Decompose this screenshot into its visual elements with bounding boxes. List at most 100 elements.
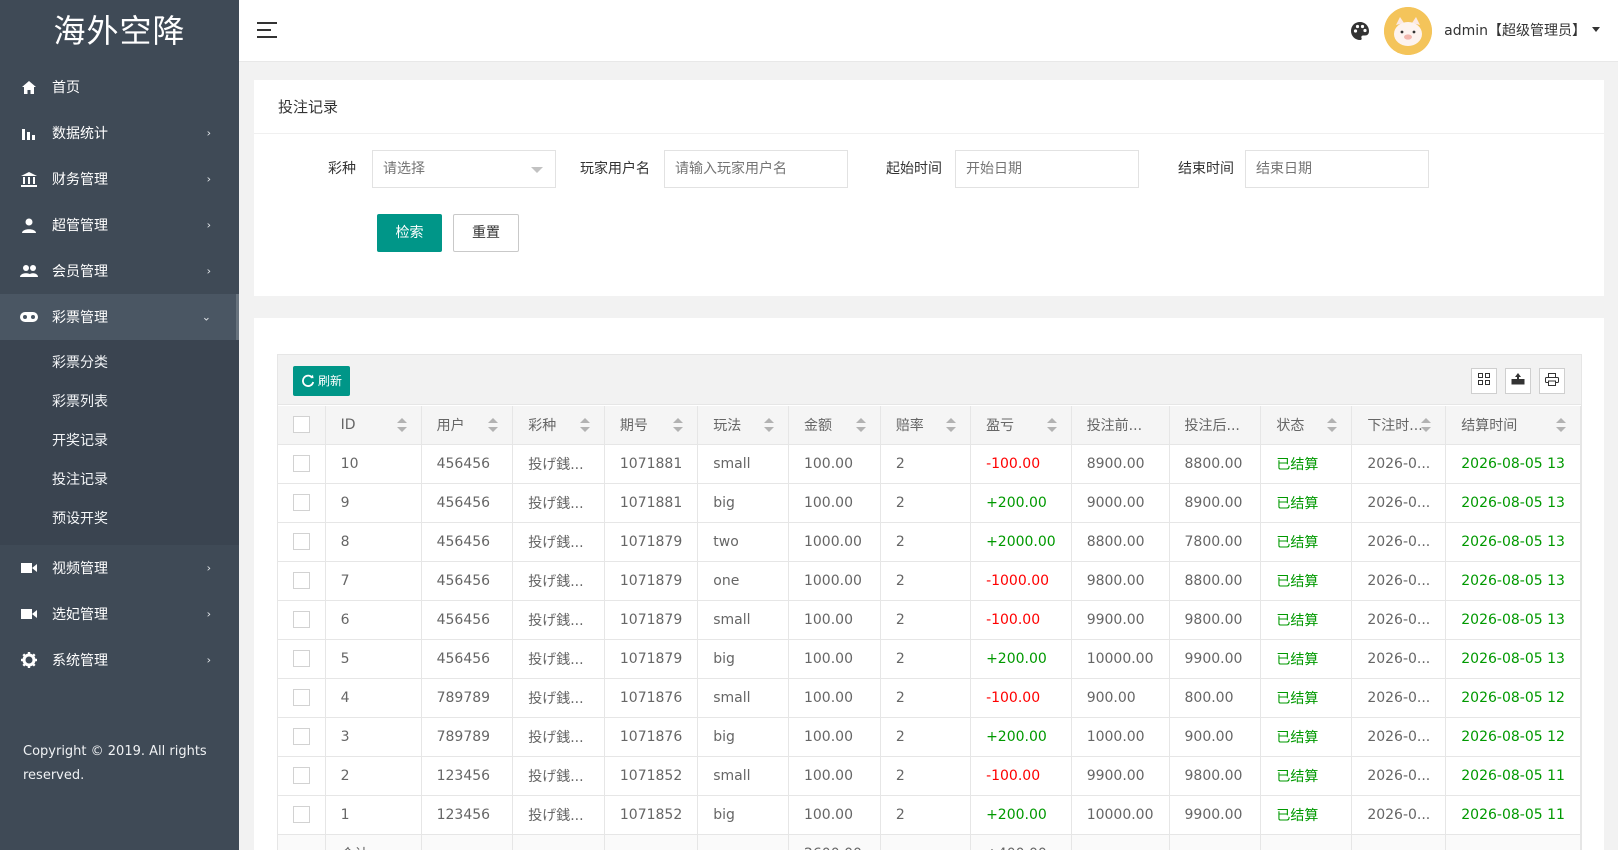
- total-empty-cell: [278, 834, 326, 850]
- submenu-item-draw-records[interactable]: 开奖记录: [0, 422, 239, 461]
- submenu-item-bet-records[interactable]: 投注记录: [0, 461, 239, 500]
- table-row[interactable]: 10 456456 投げ銭... 1071881 small 100.00 2 -100.00…: [278, 444, 1581, 484]
- cell-odds: 2: [880, 717, 972, 757]
- table-row[interactable]: 7 456456 投げ銭... 1071879 one 1000.00 2 -1000.00 9…: [278, 561, 1581, 601]
- columns-filter-button[interactable]: [1471, 368, 1497, 394]
- submenu-item-lottery-category[interactable]: 彩票分类: [0, 344, 239, 383]
- start-date-input[interactable]: 开始日期: [955, 150, 1139, 188]
- sort-icon[interactable]: [673, 417, 684, 432]
- sort-icon[interactable]: [488, 417, 499, 432]
- cell-odds: 2: [880, 795, 972, 835]
- column-header-settle-time[interactable]: 结算时间: [1445, 406, 1581, 445]
- cell-play: small: [697, 756, 789, 796]
- row-checkbox[interactable]: [293, 611, 310, 628]
- submenu-item-preset-draw[interactable]: 预设开奖: [0, 500, 239, 539]
- table-row[interactable]: 6 456456 投げ銭... 1071879 small 100.00 2 -100.00 9…: [278, 600, 1581, 640]
- username-input[interactable]: 请输入玩家用户名: [664, 150, 848, 188]
- sidebar-item-finance[interactable]: 财务管理 ›: [0, 156, 239, 202]
- total-empty-cell: [1445, 834, 1581, 850]
- sidebar-item-video[interactable]: 视频管理 ›: [0, 545, 239, 591]
- avatar[interactable]: [1384, 7, 1432, 55]
- sort-icon[interactable]: [946, 417, 957, 432]
- cell-user: 456456: [421, 639, 514, 679]
- column-header-play[interactable]: 玩法: [697, 406, 789, 445]
- sort-icon[interactable]: [1556, 417, 1566, 432]
- username-input-placeholder: 请输入玩家用户名: [675, 161, 787, 177]
- user-icon: [20, 216, 38, 234]
- sidebar-item-lottery[interactable]: 彩票管理 ⌄: [0, 294, 239, 340]
- cell-lottery: 投げ銭...: [512, 561, 605, 601]
- copyright-text: Copyright © 2019. All rights reserved.: [23, 744, 207, 783]
- row-checkbox[interactable]: [293, 767, 310, 784]
- submenu-item-lottery-list[interactable]: 彩票列表: [0, 383, 239, 422]
- table-row[interactable]: 5 456456 投げ銭... 1071879 big 100.00 2 +200.00 100…: [278, 639, 1581, 679]
- cell-amount: 1000.00: [788, 561, 881, 601]
- refresh-button[interactable]: 刷新: [293, 366, 351, 396]
- export-button[interactable]: [1505, 368, 1531, 394]
- column-header-lottery[interactable]: 彩种: [512, 406, 605, 445]
- sort-icon[interactable]: [1046, 417, 1057, 432]
- sidebar-item-admin[interactable]: 超管管理 ›: [0, 202, 239, 248]
- sidebar-item-home[interactable]: 首页: [0, 64, 239, 110]
- menu-toggle-icon[interactable]: [257, 22, 277, 38]
- cell-amount: 100.00: [788, 639, 881, 679]
- table-row[interactable]: 4 789789 投げ銭... 1071876 small 100.00 2 -100.00 9…: [278, 678, 1581, 718]
- top-header: admin【超级管理员】: [239, 0, 1618, 62]
- column-header-bet-time[interactable]: 下注时...: [1351, 406, 1447, 445]
- table-row[interactable]: 9 456456 投げ銭... 1071881 big 100.00 2 +200.00 900…: [278, 483, 1581, 523]
- cell-profit: +200.00: [970, 795, 1072, 835]
- sort-icon[interactable]: [396, 417, 407, 432]
- sidebar-item-stats[interactable]: 数据统计 ›: [0, 110, 239, 156]
- sort-icon[interactable]: [763, 417, 774, 432]
- row-checkbox[interactable]: [293, 572, 310, 589]
- column-header-amount[interactable]: 金额: [788, 406, 881, 445]
- column-header-id[interactable]: ID: [325, 406, 422, 445]
- row-checkbox[interactable]: [293, 806, 310, 823]
- cell-issue: 1071881: [604, 483, 699, 523]
- sort-icon[interactable]: [1327, 417, 1338, 432]
- lottery-select[interactable]: 请选择: [372, 150, 556, 188]
- palette-icon[interactable]: [1350, 21, 1370, 41]
- row-checkbox[interactable]: [293, 650, 310, 667]
- row-checkbox[interactable]: [293, 689, 310, 706]
- app-logo-title[interactable]: 海外空降: [0, 0, 239, 62]
- cell-after: 900.00: [1169, 717, 1262, 757]
- column-header-profit[interactable]: 盈亏: [970, 406, 1072, 445]
- sidebar-item-system[interactable]: 系统管理 ›: [0, 637, 239, 683]
- table-row[interactable]: 8 456456 投げ銭... 1071879 two 1000.00 2 +2000.00 8…: [278, 522, 1581, 562]
- row-checkbox[interactable]: [293, 455, 310, 472]
- select-all-checkbox[interactable]: [293, 416, 310, 434]
- row-checkbox[interactable]: [293, 728, 310, 745]
- column-header-issue[interactable]: 期号: [604, 406, 699, 445]
- column-header-odds[interactable]: 赔率: [880, 406, 972, 445]
- cell-user: 789789: [421, 717, 514, 757]
- column-header-after[interactable]: 投注后...: [1169, 406, 1262, 445]
- row-checkbox[interactable]: [293, 533, 310, 550]
- cell-after: 800.00: [1169, 678, 1262, 718]
- row-checkbox[interactable]: [293, 494, 310, 511]
- row-select-cell: [278, 600, 326, 640]
- column-header-user[interactable]: 用户: [421, 406, 514, 445]
- caret-down-icon[interactable]: [1592, 27, 1600, 32]
- sidebar-item-selection[interactable]: 选妃管理 ›: [0, 591, 239, 637]
- sort-icon[interactable]: [579, 417, 590, 432]
- lottery-filter-label: 彩种: [328, 161, 356, 177]
- column-header-status[interactable]: 状态: [1260, 406, 1353, 445]
- column-header-before[interactable]: 投注前...: [1071, 406, 1170, 445]
- cell-after: 8900.00: [1169, 483, 1262, 523]
- sort-icon[interactable]: [1421, 417, 1432, 432]
- print-button[interactable]: [1539, 368, 1565, 394]
- sidebar-item-label: 财务管理: [52, 172, 108, 188]
- table-row[interactable]: 1 123456 投げ銭... 1071852 big 100.00 2 +200.00 100…: [278, 795, 1581, 835]
- table-row[interactable]: 3 789789 投げ銭... 1071876 big 100.00 2 +200.00 100…: [278, 717, 1581, 757]
- table-row[interactable]: 2 123456 投げ銭... 1071852 small 100.00 2 -100.00 9…: [278, 756, 1581, 796]
- sort-icon[interactable]: [855, 417, 866, 432]
- chevron-right-icon: ›: [206, 218, 211, 232]
- user-name[interactable]: admin【超级管理员】: [1444, 20, 1586, 40]
- cell-profit: -100.00: [970, 678, 1072, 718]
- sidebar-item-members[interactable]: 会员管理 ›: [0, 248, 239, 294]
- reset-button[interactable]: 重置: [453, 214, 519, 252]
- end-date-input[interactable]: 结束日期: [1245, 150, 1429, 188]
- chevron-right-icon: ›: [206, 653, 211, 667]
- search-button[interactable]: 检索: [377, 214, 442, 252]
